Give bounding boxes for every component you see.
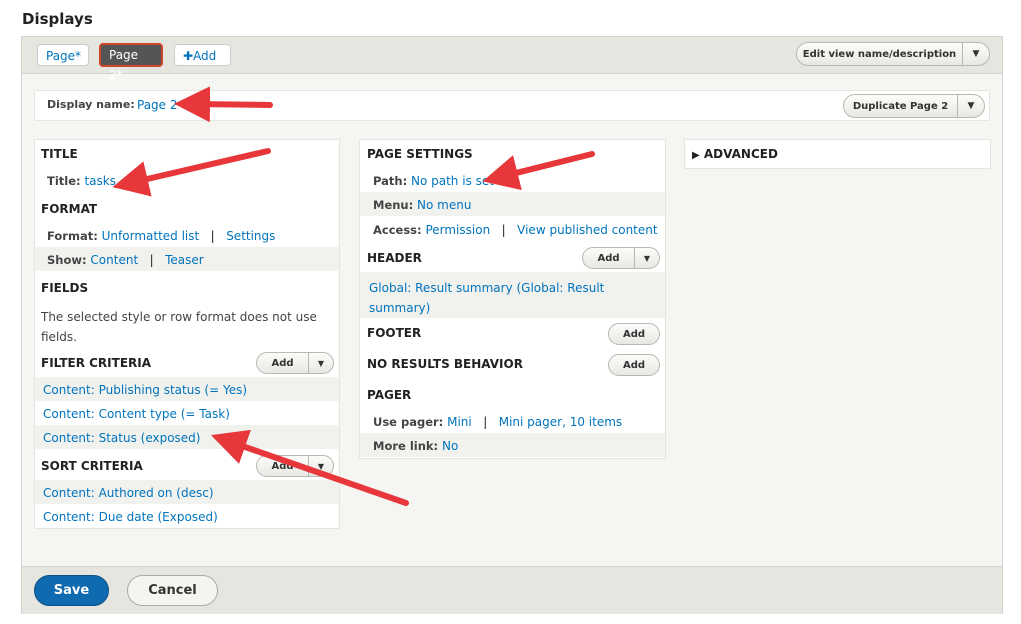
chevron-down-icon[interactable]: ▼: [957, 95, 984, 117]
no-results-add-label: Add: [622, 359, 646, 371]
path-link[interactable]: No path is set: [411, 174, 494, 188]
menu-label: Menu:: [373, 198, 414, 212]
filter-add-label: Add: [271, 357, 294, 369]
use-pager-label: Use pager:: [373, 415, 444, 429]
menu-link[interactable]: No menu: [417, 198, 471, 212]
mini-pager-link[interactable]: Mini pager, 10 items: [499, 415, 622, 429]
use-pager-link[interactable]: Mini: [447, 415, 472, 429]
format-label: Format:: [47, 229, 98, 243]
duplicate-display-label: Duplicate Page 2: [852, 100, 949, 112]
header-section-heading: HEADER: [367, 251, 422, 265]
footer-add-label: Add: [622, 328, 646, 340]
title-section-heading: TITLE: [41, 147, 78, 161]
format-section-heading: FORMAT: [41, 202, 98, 216]
sort-item[interactable]: Content: Authored on (desc): [43, 486, 214, 500]
page-settings-heading: PAGE SETTINGS: [367, 147, 473, 161]
sort-add-label: Add: [271, 460, 294, 472]
format-row: Format: Unformatted list | Settings: [47, 229, 275, 243]
sort-item[interactable]: Content: Due date (Exposed): [43, 510, 218, 524]
header-add-label: Add: [597, 252, 620, 264]
display-name-link[interactable]: Page 2: [137, 98, 178, 112]
add-display-label: Add: [193, 49, 217, 63]
format-settings-link[interactable]: Settings: [226, 229, 275, 243]
cancel-button[interactable]: Cancel: [127, 575, 218, 606]
page-heading: Displays: [22, 10, 93, 28]
filter-item[interactable]: Content: Content type (= Task): [43, 407, 230, 421]
no-results-add-button[interactable]: Add: [608, 354, 660, 376]
filter-add-button[interactable]: Add ▼: [256, 352, 334, 374]
show-label: Show:: [47, 253, 87, 267]
fields-note: The selected style or row format does no…: [41, 310, 317, 344]
separator: |: [494, 223, 514, 237]
separator: |: [141, 253, 162, 267]
save-button[interactable]: Save: [34, 575, 109, 606]
access-row: Access: Permission | View published cont…: [373, 223, 658, 237]
more-link-label: More link:: [373, 439, 439, 453]
fields-section-heading: FIELDS: [41, 281, 89, 295]
no-results-heading: NO RESULTS BEHAVIOR: [367, 357, 523, 371]
chevron-down-icon[interactable]: ▼: [308, 456, 333, 476]
add-display-button[interactable]: ✚Add: [174, 44, 231, 66]
duplicate-display-button[interactable]: Duplicate Page 2 ▼: [843, 94, 985, 118]
filter-item[interactable]: Content: Status (exposed): [43, 431, 200, 445]
plus-icon: ✚: [183, 49, 194, 63]
path-row: Path: No path is set: [373, 174, 494, 188]
pager-section-heading: PAGER: [367, 388, 412, 402]
access-label: Access:: [373, 223, 422, 237]
advanced-label: ADVANCED: [703, 147, 778, 161]
use-pager-row: Use pager: Mini | Mini pager, 10 items: [373, 415, 622, 429]
chevron-down-icon[interactable]: ▼: [634, 248, 659, 268]
more-link-value[interactable]: No: [442, 439, 458, 453]
access-link[interactable]: Permission: [425, 223, 490, 237]
title-label: Title:: [47, 174, 81, 188]
footer-section-heading: FOOTER: [367, 326, 422, 340]
tab-page[interactable]: Page*: [37, 44, 89, 66]
footer-add-button[interactable]: Add: [608, 323, 660, 345]
show-value-link[interactable]: Content: [90, 253, 138, 267]
header-item[interactable]: Global: Result summary (Global: Result s…: [369, 278, 629, 318]
edit-view-name-button[interactable]: Edit view name/description ▼: [796, 42, 990, 66]
format-value-link[interactable]: Unformatted list: [102, 229, 200, 243]
header-add-button[interactable]: Add ▼: [582, 247, 660, 269]
chevron-down-icon[interactable]: ▼: [308, 353, 333, 373]
more-link-row: More link: No: [373, 439, 458, 453]
teaser-link[interactable]: Teaser: [165, 253, 204, 267]
display-name-label: Display name:: [47, 98, 135, 111]
triangle-right-icon: ▶: [692, 150, 700, 161]
view-published-link[interactable]: View published content: [517, 223, 657, 237]
advanced-toggle[interactable]: ▶ ADVANCED: [692, 147, 778, 161]
title-value-link[interactable]: tasks: [84, 174, 116, 188]
edit-view-name-label: Edit view name/description: [802, 48, 957, 60]
separator: |: [203, 229, 223, 243]
tab-page-2[interactable]: Page 2*: [99, 43, 163, 82]
path-label: Path:: [373, 174, 408, 188]
filter-item[interactable]: Content: Publishing status (= Yes): [43, 383, 247, 397]
sort-criteria-heading: SORT CRITERIA: [41, 459, 143, 473]
separator: |: [475, 415, 495, 429]
show-row: Show: Content | Teaser: [47, 253, 204, 267]
title-row: Title: tasks: [47, 174, 116, 188]
chevron-down-icon[interactable]: ▼: [962, 43, 989, 65]
filter-criteria-heading: FILTER CRITERIA: [41, 356, 152, 370]
sort-add-button[interactable]: Add ▼: [256, 455, 334, 477]
menu-row: Menu: No menu: [373, 198, 471, 212]
